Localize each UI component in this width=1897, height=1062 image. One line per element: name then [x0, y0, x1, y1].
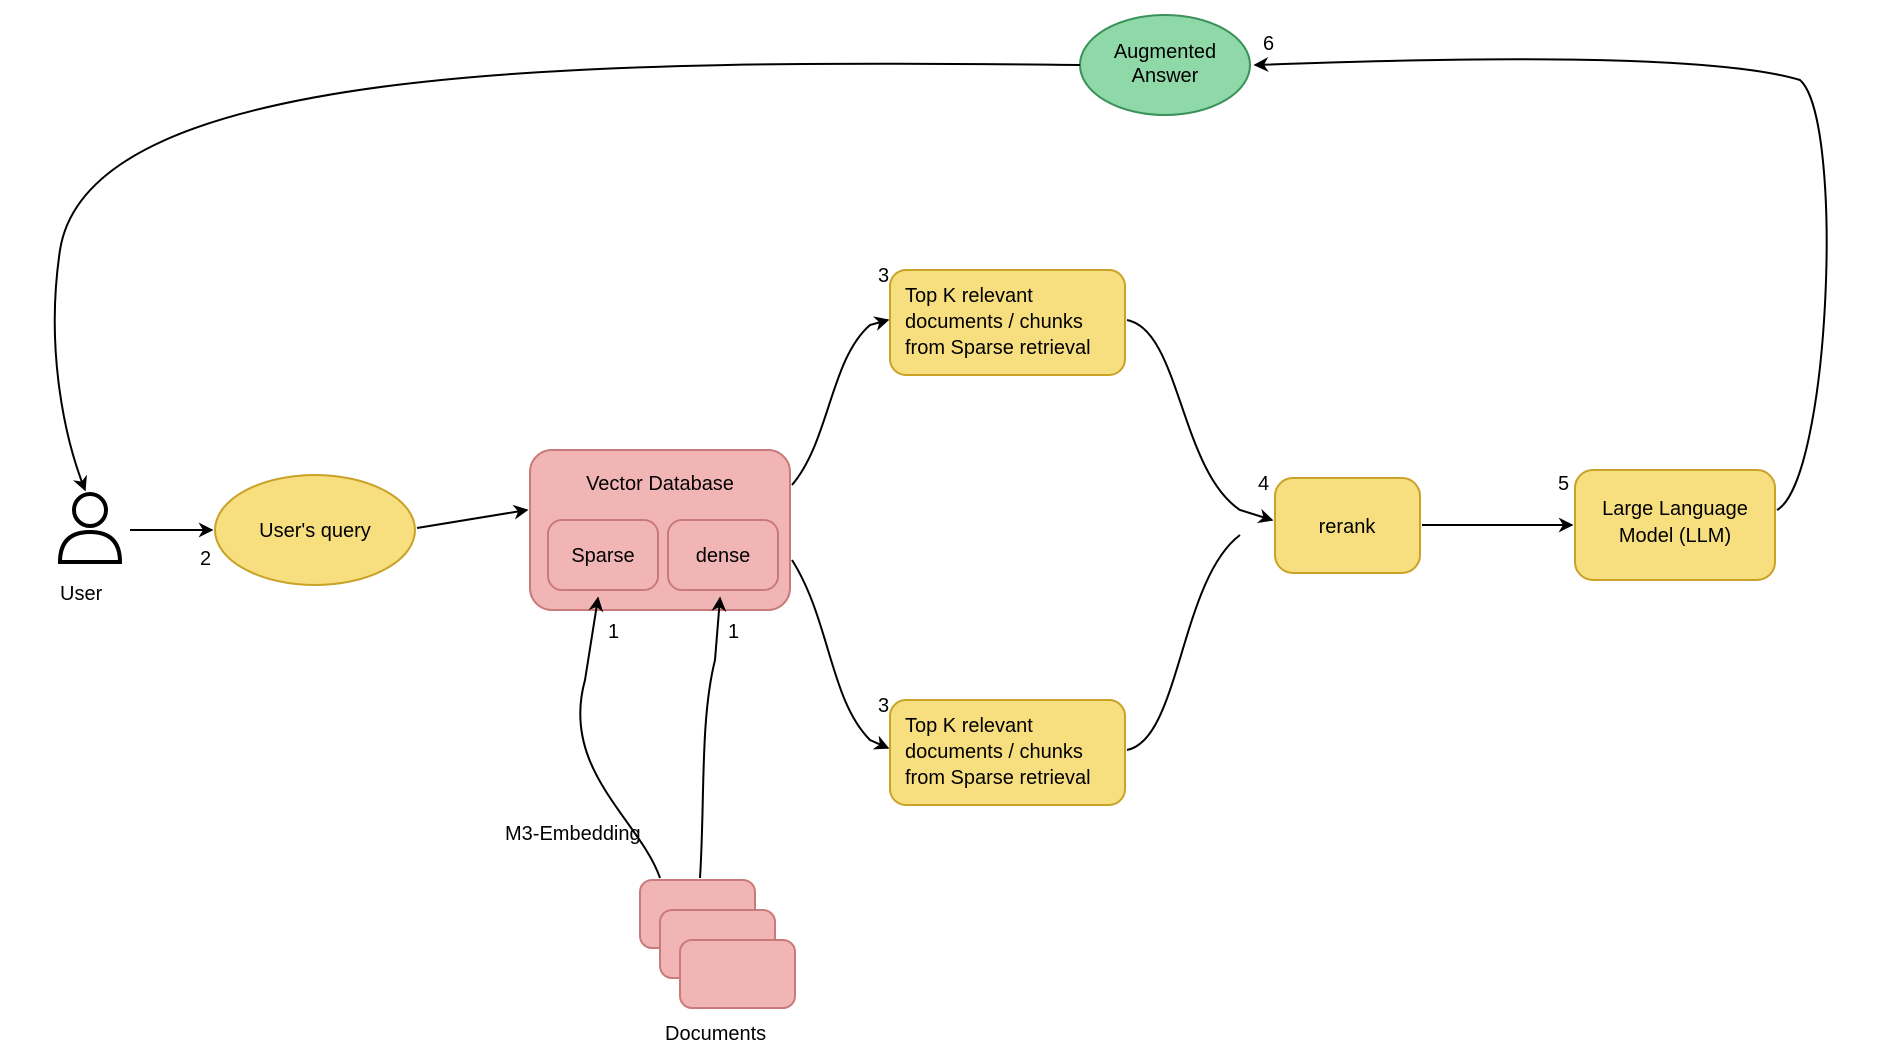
documents-label: Documents — [665, 1023, 766, 1045]
arrow-llm-to-augmented — [1255, 59, 1827, 510]
vector-database-node: Vector Database Sparse dense — [530, 450, 790, 610]
llm-l1: Large Language — [1602, 498, 1748, 520]
arrow-vectordb-to-topk-sparse — [792, 320, 888, 485]
augmented-line1: Augmented — [1114, 41, 1216, 63]
augmented-answer-node: Augmented Answer — [1080, 15, 1250, 115]
user-query-text: User's query — [259, 520, 371, 542]
topk-dense-l1: Top K relevant — [905, 715, 1033, 737]
arrow-docs-to-dense — [700, 598, 720, 878]
rerank-node: rerank — [1275, 478, 1420, 573]
topk-dense-l3: from Sparse retrieval — [905, 767, 1091, 789]
step-4-label: 4 — [1258, 473, 1269, 495]
topk-sparse-l1: Top K relevant — [905, 285, 1033, 307]
topk-dense-l2: documents / chunks — [905, 741, 1083, 763]
rerank-text: rerank — [1319, 516, 1377, 538]
step-2-label: 2 — [200, 548, 211, 570]
diagram-canvas: Augmented Answer 6 User User's query 2 V… — [0, 0, 1897, 1062]
user-label: User — [60, 583, 103, 605]
step-3b-label: 3 — [878, 695, 889, 717]
arrow-vectordb-to-topk-dense — [792, 560, 888, 748]
topk-dense-node: Top K relevant documents / chunks from S… — [890, 700, 1125, 805]
llm-l2: Model (LLM) — [1619, 525, 1731, 547]
vector-db-sparse-text: Sparse — [571, 545, 634, 567]
arrow-query-to-vectordb — [417, 510, 527, 528]
user-query-node: User's query — [215, 475, 415, 585]
topk-sparse-l2: documents / chunks — [905, 311, 1083, 333]
vector-db-dense-text: dense — [696, 545, 751, 567]
step-5-label: 5 — [1558, 473, 1569, 495]
step-1b-label: 1 — [728, 621, 739, 643]
m3-embedding-label: M3-Embedding — [505, 823, 641, 845]
vector-db-title: Vector Database — [586, 473, 734, 495]
user-icon — [60, 494, 120, 562]
arrow-topk-sparse-to-rerank — [1127, 320, 1272, 520]
llm-node: Large Language Model (LLM) — [1575, 470, 1775, 580]
topk-sparse-l3: from Sparse retrieval — [905, 337, 1091, 359]
augmented-line2: Answer — [1132, 65, 1199, 87]
step-1a-label: 1 — [608, 621, 619, 643]
documents-stack — [640, 880, 795, 1008]
topk-sparse-node: Top K relevant documents / chunks from S… — [890, 270, 1125, 375]
arrow-topk-dense-to-rerank — [1127, 535, 1240, 750]
step-3a-label: 3 — [878, 265, 889, 287]
step-6-label: 6 — [1263, 33, 1274, 55]
